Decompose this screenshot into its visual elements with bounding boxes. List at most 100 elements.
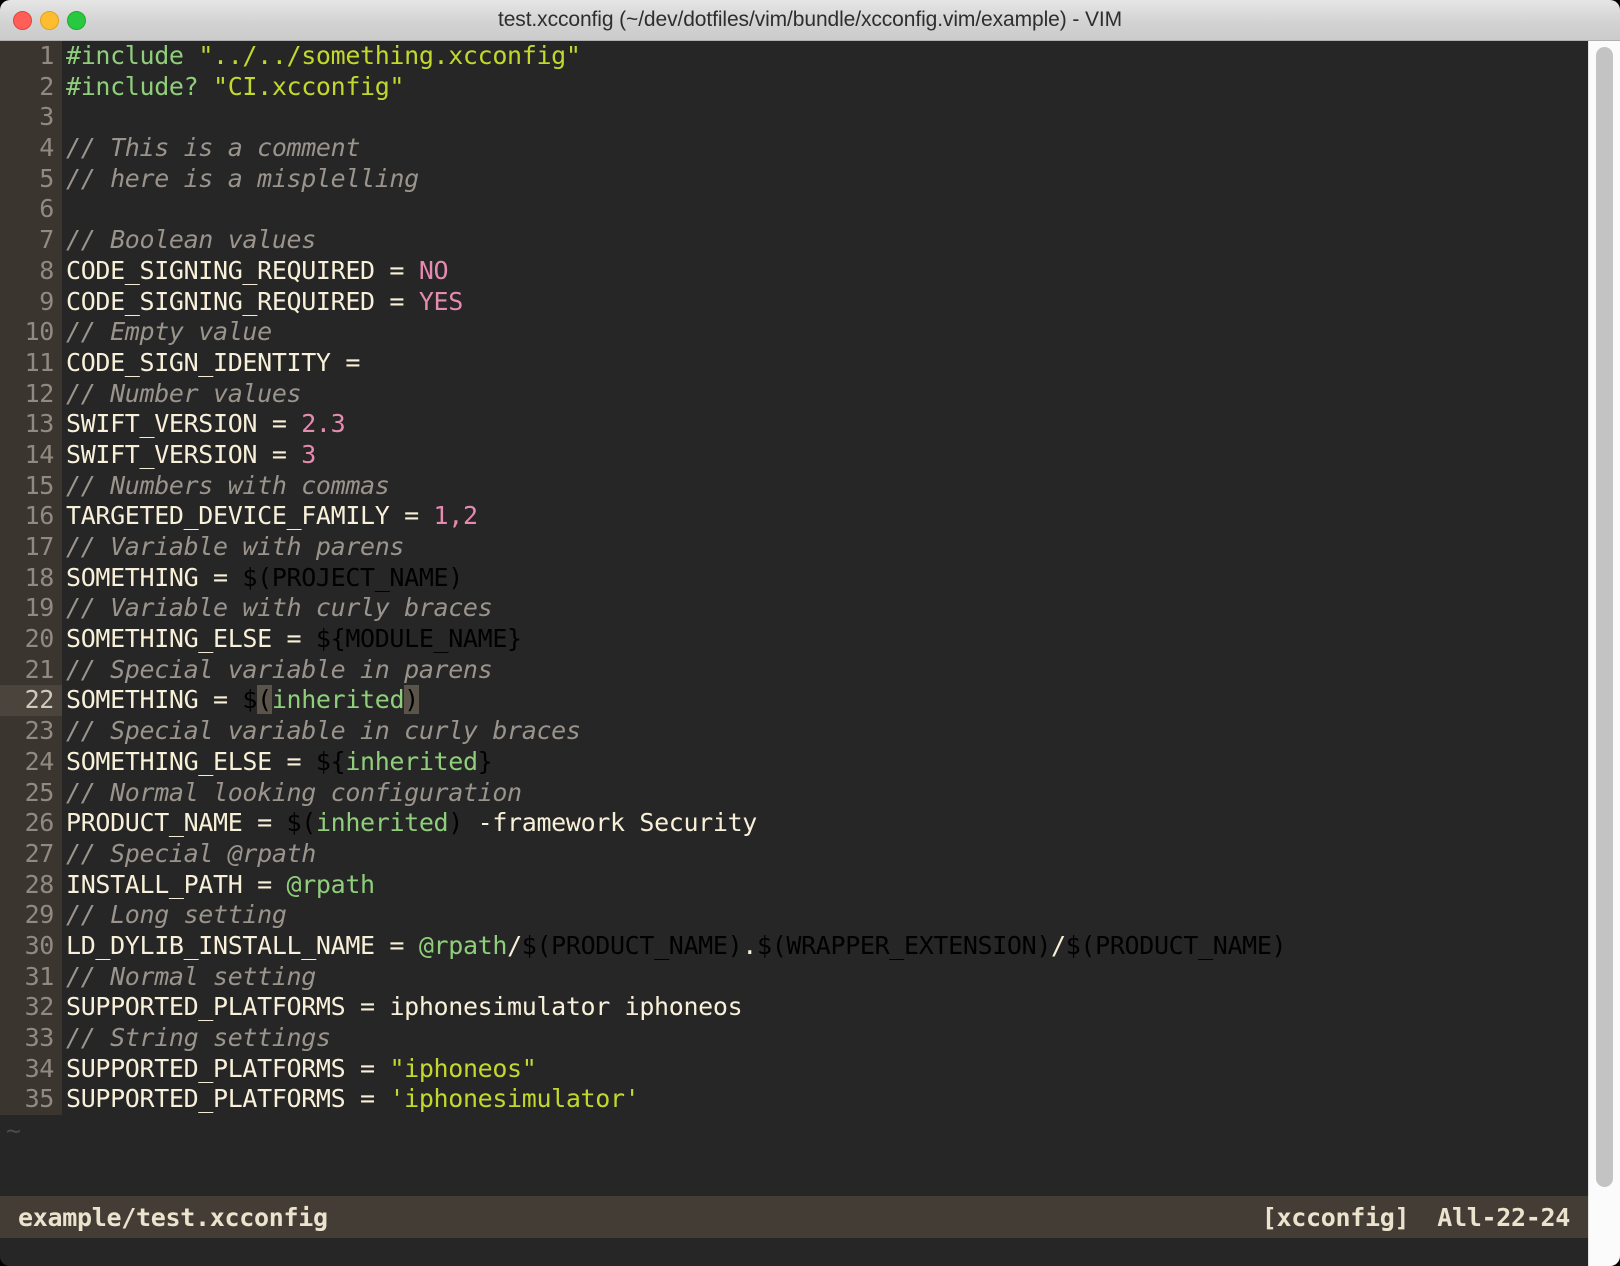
editor-line[interactable]: 11 CODE_SIGN_IDENTITY = — [0, 347, 1588, 379]
line-number: 5 — [0, 163, 62, 195]
editor-line[interactable]: 16 TARGETED_DEVICE_FAMILY = 1,2 — [0, 501, 1588, 533]
editor-line[interactable]: 31// Normal setting — [0, 961, 1588, 993]
editor-line[interactable]: 14 SWIFT_VERSION = 3 — [0, 439, 1588, 471]
token-string: 'iphonesimulator' — [389, 1084, 640, 1114]
editor-line[interactable]: 33// String settings — [0, 1023, 1588, 1054]
token-variable: $(WRAPPER_EXTENSION) — [757, 930, 1052, 960]
editor-line[interactable]: 25// Normal looking configuration — [0, 777, 1588, 809]
line-number: 12 — [0, 378, 62, 410]
token-variable: $ — [242, 685, 258, 715]
editor-line[interactable]: 24 SOMETHING_ELSE = ${inherited} — [0, 746, 1588, 778]
token-special: inherited — [271, 685, 405, 715]
editor-line[interactable]: 4// This is a comment — [0, 133, 1588, 164]
status-filename: example/test.xcconfig — [18, 1202, 328, 1232]
line-number: 23 — [0, 716, 62, 747]
editor-line[interactable]: 3 — [0, 102, 1588, 134]
token-number: NO — [418, 255, 449, 285]
line-content: CODE_SIGN_IDENTITY = — [62, 348, 360, 377]
token-number: 1,2 — [433, 501, 478, 531]
vertical-scrollbar[interactable] — [1588, 41, 1620, 1266]
token-preproc: #include? — [66, 71, 214, 101]
line-number: 28 — [0, 869, 62, 901]
editor-line[interactable]: 1 #include "../../something.xcconfig" — [0, 41, 1588, 72]
scrollbar-thumb[interactable] — [1596, 47, 1613, 1187]
line-number: 25 — [0, 777, 62, 809]
line-content: #include? "CI.xcconfig" — [62, 72, 404, 101]
line-content: LD_DYLIB_INSTALL_NAME = @rpath/$(PRODUCT… — [62, 930, 1287, 960]
token-comment: // Variable with curly braces — [66, 593, 493, 623]
token-key: PRODUCT_NAME = — [66, 808, 287, 838]
editor-line[interactable]: 21// Special variable in parens — [0, 654, 1588, 686]
line-number: 24 — [0, 746, 62, 778]
text-buffer[interactable]: 1 #include "../../something.xcconfig" 2 #in… — [0, 41, 1588, 1116]
line-number: 9 — [0, 286, 62, 318]
editor-line[interactable]: 7// Boolean values — [0, 225, 1588, 256]
editor-line[interactable]: 17// Variable with parens — [0, 532, 1588, 563]
token-string: "../../something.xcconfig" — [198, 41, 581, 70]
line-content: INSTALL_PATH = @rpath — [62, 870, 375, 899]
command-line[interactable] — [0, 1238, 1588, 1266]
token-comment: // String settings — [66, 1023, 331, 1052]
close-window-button[interactable] — [13, 10, 32, 30]
window-title: test.xcconfig (~/dev/dotfiles/vim/bundle… — [497, 8, 1123, 31]
status-position: All-22-24 — [1437, 1202, 1570, 1232]
editor-line[interactable]: 29// Long setting — [0, 900, 1588, 931]
minimize-window-button[interactable] — [40, 10, 59, 30]
line-content: // Normal setting — [62, 962, 316, 991]
editor-line[interactable]: 13 SWIFT_VERSION = 2.3 — [0, 409, 1588, 440]
line-content: SOMETHING = $(PROJECT_NAME) — [62, 563, 463, 592]
token-number: 3 — [301, 439, 316, 469]
editor-line[interactable]: 35 SUPPORTED_PLATFORMS = 'iphonesimulator… — [0, 1084, 1588, 1116]
token-variable: ${ — [315, 746, 346, 776]
line-content: // Empty value — [62, 317, 272, 346]
editor-line[interactable]: 9 CODE_SIGNING_REQUIRED = YES — [0, 286, 1588, 318]
line-number: 14 — [0, 439, 62, 471]
token-comment: // Numbers with commas — [66, 470, 390, 500]
editor-line[interactable]: 5// here is a misplelling — [0, 163, 1588, 195]
line-number: 13 — [0, 409, 62, 440]
line-content: CODE_SIGNING_REQUIRED = YES — [62, 287, 463, 316]
line-number: 29 — [0, 900, 62, 931]
editor-line[interactable]: 19// Variable with curly braces — [0, 593, 1588, 625]
editor-line[interactable]: 26 PRODUCT_NAME = $(inherited) -framework… — [0, 808, 1588, 839]
maximize-window-button[interactable] — [67, 10, 86, 30]
line-content: SWIFT_VERSION = 3 — [62, 440, 316, 469]
editor-line[interactable]: 34 SUPPORTED_PLATFORMS = "iphoneos" — [0, 1053, 1588, 1085]
editor-line[interactable]: 23// Special variable in curly braces — [0, 716, 1588, 747]
token-plain: . — [742, 930, 757, 960]
editor-line[interactable]: 20 SOMETHING_ELSE = ${MODULE_NAME} — [0, 624, 1588, 655]
token-comment: // This is a comment — [66, 133, 361, 163]
line-content: SOMETHING_ELSE = ${inherited} — [62, 746, 493, 776]
line-number: 31 — [0, 961, 62, 993]
token-key: SOMETHING_ELSE = — [66, 746, 316, 776]
editor-line[interactable]: 18 SOMETHING = $(PROJECT_NAME) — [0, 562, 1588, 594]
token-special: @rpath — [418, 930, 508, 960]
editor-line[interactable]: 30 LD_DYLIB_INSTALL_NAME = @rpath/$(PRODU… — [0, 930, 1588, 962]
token-comment: // Normal looking configuration — [66, 777, 522, 807]
line-number: 20 — [0, 624, 62, 655]
status-line: example/test.xcconfig [xcconfig] All-22-… — [0, 1196, 1588, 1238]
token-comment: // Long setting — [66, 900, 287, 930]
line-number: 21 — [0, 654, 62, 686]
editor-line[interactable]: 2 #include? "CI.xcconfig" — [0, 71, 1588, 103]
editor-line[interactable]: 8 CODE_SIGNING_REQUIRED = NO — [0, 255, 1588, 287]
line-number: 11 — [0, 347, 62, 379]
token-key: SOMETHING_ELSE = — [66, 624, 316, 654]
line-number: 10 — [0, 317, 62, 348]
editor-line[interactable]: 6 — [0, 194, 1588, 226]
editor-line[interactable]: 22 SOMETHING = $(inherited) — [0, 685, 1588, 717]
editor-line[interactable]: 15// Numbers with commas — [0, 470, 1588, 502]
editor-line[interactable]: 28 INSTALL_PATH = @rpath — [0, 869, 1588, 901]
editor-line[interactable]: 10// Empty value — [0, 317, 1588, 348]
line-number: 7 — [0, 225, 62, 256]
line-number: 19 — [0, 593, 62, 625]
window-titlebar: test.xcconfig (~/dev/dotfiles/vim/bundle… — [0, 0, 1620, 41]
token-number: YES — [418, 286, 463, 316]
editor-line[interactable]: 12// Number values — [0, 378, 1588, 410]
token-variable: $(PRODUCT_NAME) — [1065, 930, 1287, 960]
editor-line[interactable]: 27// Special @rpath — [0, 838, 1588, 870]
line-content: // Numbers with commas — [62, 470, 390, 500]
token-plain: -framework Security — [462, 808, 758, 838]
editor-area[interactable]: 1 #include "../../something.xcconfig" 2 #in… — [0, 41, 1588, 1266]
editor-line[interactable]: 32 SUPPORTED_PLATFORMS = iphonesimulator … — [0, 992, 1588, 1024]
